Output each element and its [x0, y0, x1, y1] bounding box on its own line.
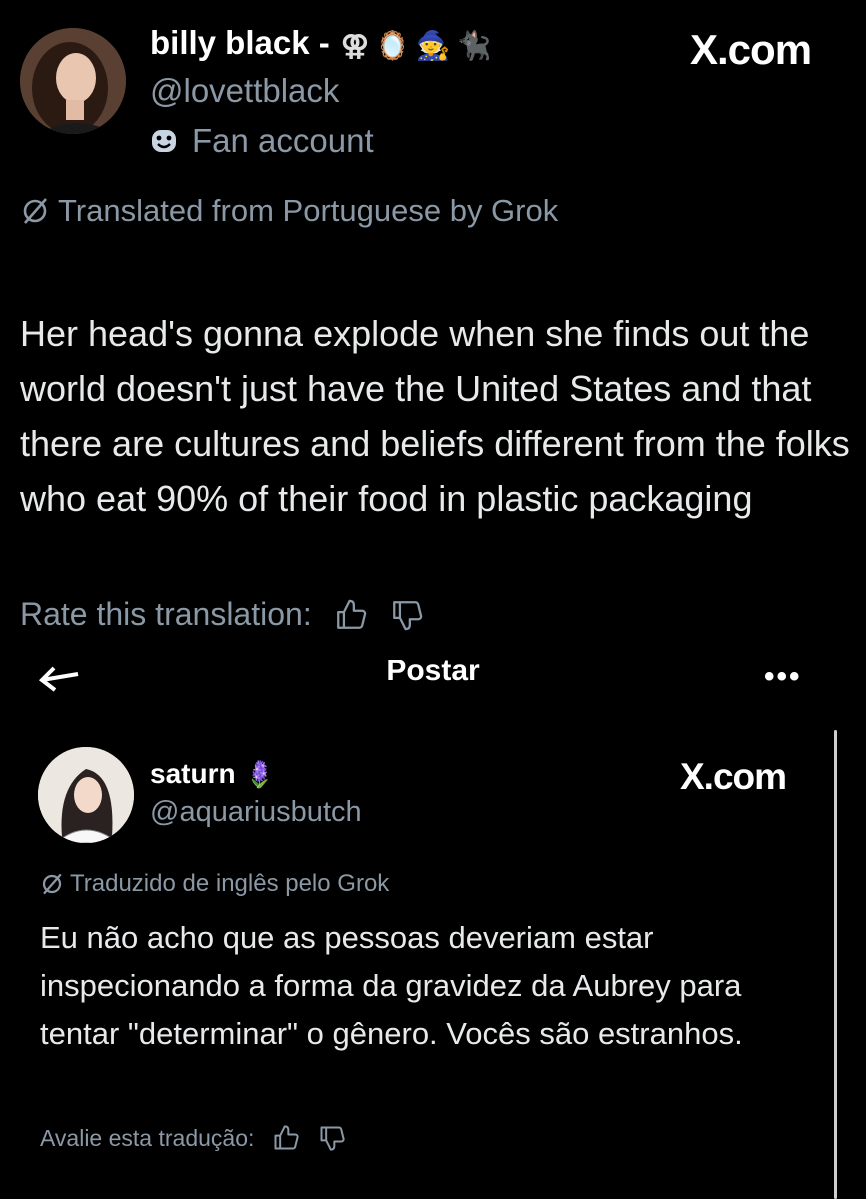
- mage-icon: 🧙: [415, 29, 451, 61]
- thumbs-down-icon[interactable]: [318, 1124, 346, 1152]
- theater-masks-icon: [152, 130, 176, 152]
- quoted-avatar[interactable]: [38, 747, 134, 843]
- black-cat-icon: 🐈‍⬛: [456, 29, 492, 61]
- quoted-tweet-text: Eu não acho que as pessoas deveriam esta…: [40, 920, 743, 1051]
- quoted-display-name[interactable]: saturn 🪻: [150, 758, 276, 790]
- scrollbar[interactable]: [834, 730, 837, 1199]
- handle[interactable]: @lovettblack: [150, 72, 339, 110]
- brand-logo: X.com: [690, 26, 812, 73]
- grok-icon: [42, 873, 62, 895]
- page-title: Postar: [386, 660, 480, 686]
- female-couple-symbol-icon: ⚢: [340, 29, 370, 61]
- account-label: Fan account: [150, 122, 374, 160]
- quoted-rate-translation: Avalie esta tradução:: [40, 1124, 346, 1152]
- thumbs-down-icon[interactable]: [390, 598, 424, 632]
- grok-icon: [23, 198, 47, 224]
- name-emojis: ⚢ 🪞 🧙 🐈‍⬛: [341, 29, 492, 62]
- quoted-brand-logo: X.com: [680, 756, 787, 797]
- tweet-text: Her head's gonna explode when she finds …: [20, 313, 850, 519]
- avatar[interactable]: [20, 28, 126, 134]
- more-options-button[interactable]: •••: [764, 660, 802, 694]
- thumbs-up-icon[interactable]: [334, 598, 368, 632]
- hyacinth-icon: 🪻: [243, 758, 276, 789]
- profile-illustration: [38, 747, 134, 843]
- quoted-translation-note: Traduzido de inglês pelo Grok: [40, 870, 389, 898]
- thumbs-up-icon[interactable]: [272, 1124, 300, 1152]
- quoted-handle[interactable]: @aquariusbutch: [150, 796, 362, 829]
- translation-note: Translated from Portuguese by Grok: [20, 193, 558, 229]
- display-name[interactable]: billy black - ⚢ 🪞 🧙 🐈‍⬛: [150, 24, 492, 62]
- rate-translation: Rate this translation:: [20, 596, 424, 633]
- mirror-icon: 🪞: [375, 29, 410, 61]
- profile-photo: [20, 28, 126, 134]
